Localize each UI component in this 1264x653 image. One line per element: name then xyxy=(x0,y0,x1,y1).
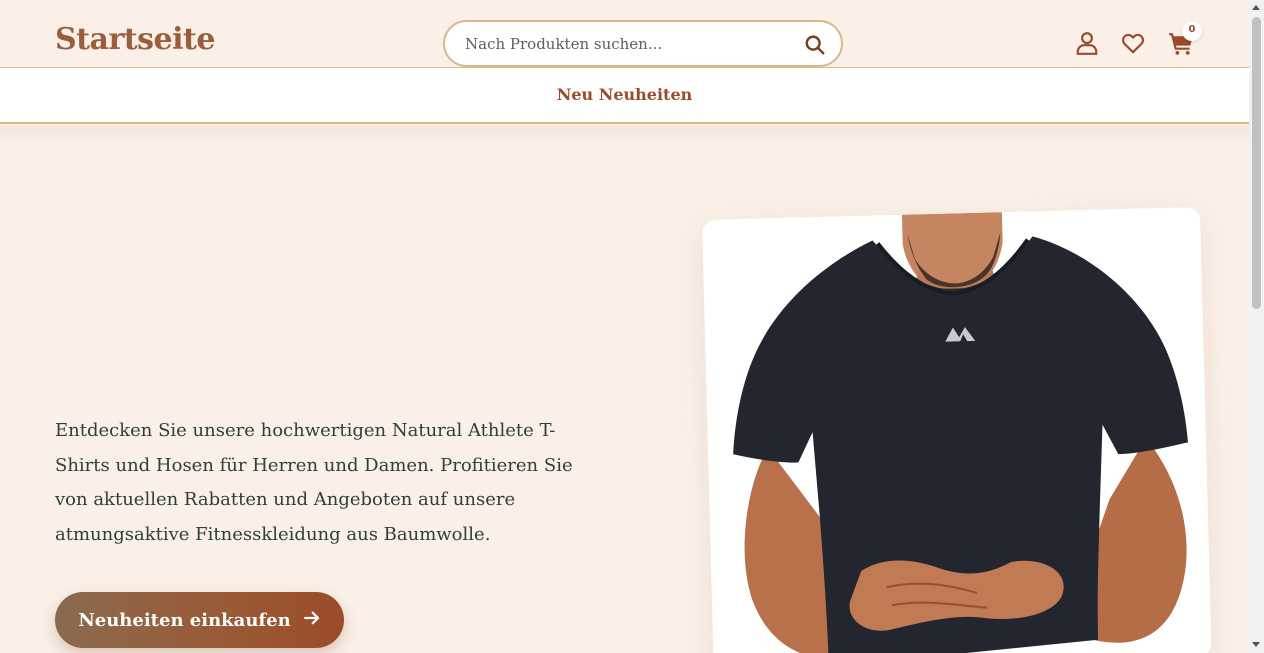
search-icon[interactable] xyxy=(804,34,826,56)
scroll-up-icon[interactable] xyxy=(1252,5,1260,10)
hero-description: Entdecken Sie unsere hochwertigen Natura… xyxy=(55,420,573,545)
site-header: Startseite 0 xyxy=(0,0,1249,68)
scrollbar-thumb[interactable] xyxy=(1252,17,1261,309)
nav-shadow xyxy=(0,125,1249,145)
site-logo[interactable]: Startseite xyxy=(55,22,215,57)
cart-count-badge: 0 xyxy=(1182,21,1202,41)
arrow-right-icon xyxy=(303,609,321,632)
cta-label: Neuheiten einkaufen xyxy=(78,609,291,631)
shop-new-arrivals-button[interactable]: Neuheiten einkaufen xyxy=(55,592,344,648)
hero-product-image xyxy=(702,206,1212,653)
search-input[interactable] xyxy=(465,33,795,55)
athlete-tshirt-illustration xyxy=(733,212,1188,653)
search-bar xyxy=(443,20,843,67)
nav-item-neuheiten[interactable]: Neu Neuheiten xyxy=(0,85,1249,104)
heart-icon[interactable] xyxy=(1120,30,1146,56)
scroll-down-icon[interactable] xyxy=(1252,642,1260,647)
vertical-scrollbar[interactable] xyxy=(1249,0,1264,653)
user-icon[interactable] xyxy=(1074,30,1100,56)
main-navigation: Neu Neuheiten xyxy=(0,68,1249,124)
